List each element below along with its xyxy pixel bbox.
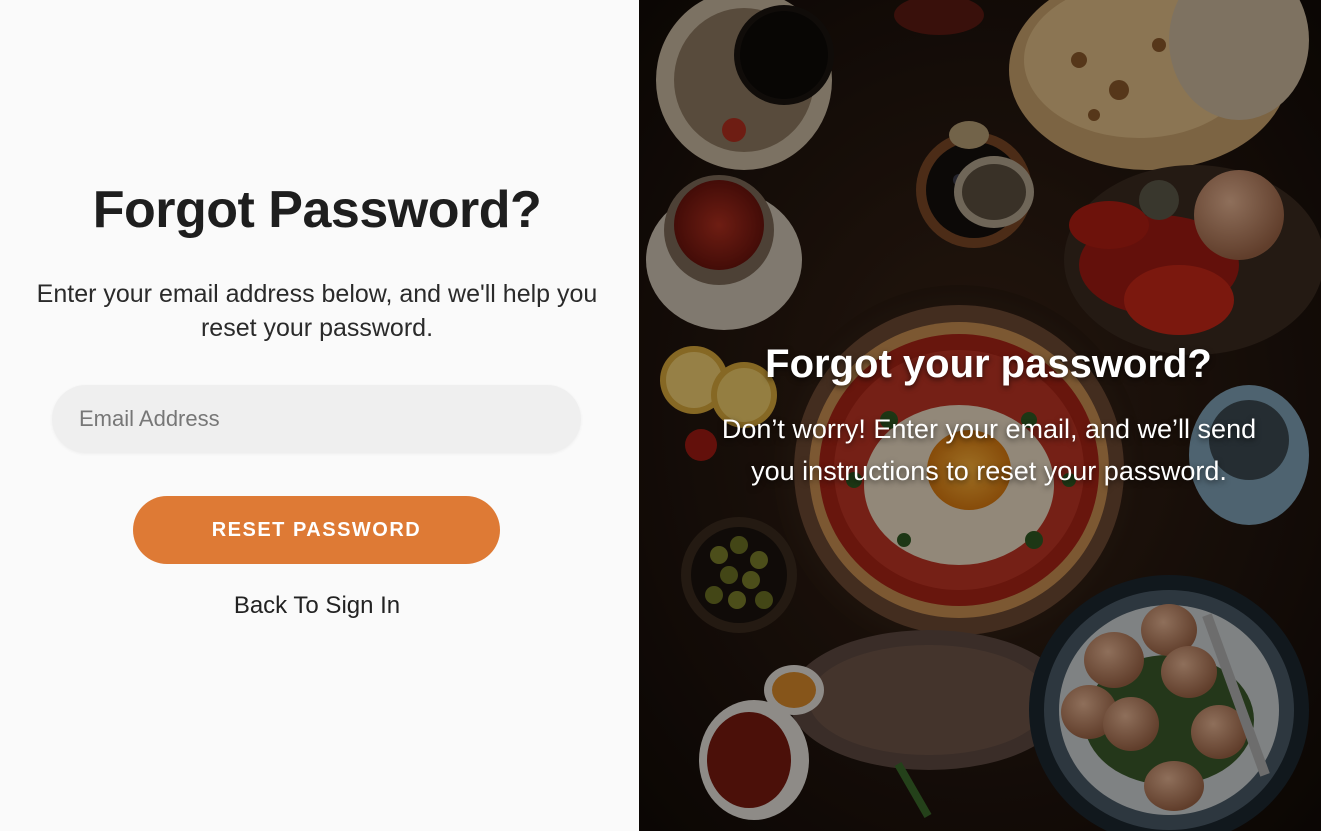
promo-image-panel: Forgot your password? Don’t worry! Enter… bbox=[639, 0, 1321, 831]
page-title: Forgot Password? bbox=[92, 181, 542, 239]
back-to-sign-in-link[interactable]: Back To Sign In bbox=[0, 592, 634, 620]
promo-text: Don’t worry! Enter your email, and we’ll… bbox=[721, 414, 1257, 486]
forgot-password-form-panel: Forgot Password? Enter your email addres… bbox=[0, 0, 639, 831]
reset-password-button[interactable]: RESET PASSWORD bbox=[133, 496, 500, 564]
form-subtitle: Enter your email address below, and we'l… bbox=[36, 280, 598, 342]
promo-title: Forgot your password? bbox=[765, 342, 1212, 386]
forgot-password-page: Forgot Password? Enter your email addres… bbox=[0, 0, 1321, 831]
email-field[interactable] bbox=[52, 385, 581, 453]
